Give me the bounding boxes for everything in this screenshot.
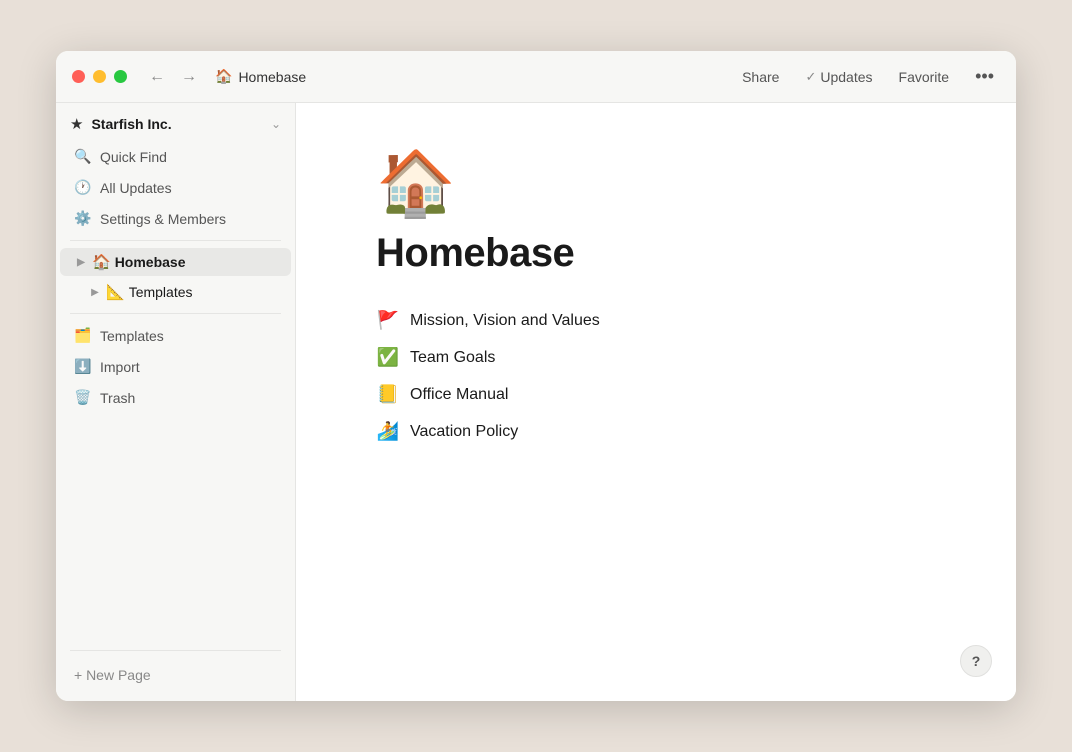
sidebar: ★ Starfish Inc. ⌄ 🔍 Quick Find 🕐 All Upd…: [56, 103, 296, 701]
app-window: ← → 🏠 Homebase Share ✓ Updates Favorite …: [56, 51, 1016, 701]
list-item-label-vacation-policy: Vacation Policy: [410, 423, 518, 441]
help-button[interactable]: ?: [960, 645, 992, 677]
traffic-lights: [72, 70, 127, 83]
sidebar-label-templates: Templates: [100, 328, 277, 344]
list-item-label-mission: Mission, Vision and Values: [410, 312, 600, 330]
clock-icon: 🕐: [74, 179, 92, 196]
nav-buttons: ← →: [143, 64, 203, 90]
titlebar-page-emoji: 🏠: [215, 68, 232, 85]
back-button[interactable]: ←: [143, 64, 171, 90]
trash-icon: 🗑️: [74, 389, 92, 406]
list-item-team-goals[interactable]: ✅ Team Goals: [376, 341, 936, 374]
sidebar-label-quick-find: Quick Find: [100, 149, 277, 165]
notebook-icon: 📒: [376, 384, 400, 405]
page-icon-title: 🏠 Homebase: [215, 68, 306, 85]
templates-triangle-icon: 📐: [106, 283, 125, 301]
updates-check-icon: ✓: [805, 69, 816, 85]
sidebar-item-all-updates[interactable]: 🕐 All Updates: [60, 173, 291, 202]
minimize-button[interactable]: [93, 70, 106, 83]
new-page-button[interactable]: + New Page: [60, 659, 291, 691]
sidebar-item-quick-find[interactable]: 🔍 Quick Find: [60, 142, 291, 171]
content-page-emoji: 🏠: [376, 151, 936, 215]
tree-arrow-templates: ▶: [88, 287, 102, 298]
list-item-label-team-goals: Team Goals: [410, 349, 495, 367]
help-label: ?: [972, 653, 981, 669]
close-button[interactable]: [72, 70, 85, 83]
sidebar-item-settings[interactable]: ⚙️ Settings & Members: [60, 204, 291, 233]
forward-button[interactable]: →: [175, 64, 203, 90]
workspace-star-icon: ★: [70, 115, 83, 133]
import-icon: ⬇️: [74, 358, 92, 375]
titlebar-page-title: Homebase: [238, 69, 306, 85]
content-area: 🏠 Homebase 🚩 Mission, Vision and Values …: [296, 103, 1016, 701]
updates-label: Updates: [820, 69, 872, 85]
sidebar-label-settings: Settings & Members: [100, 211, 277, 227]
page-list: 🚩 Mission, Vision and Values ✅ Team Goal…: [376, 304, 936, 448]
titlebar-actions: Share ✓ Updates Favorite •••: [736, 62, 1000, 91]
page-title: Homebase: [376, 231, 936, 276]
workspace-name: Starfish Inc.: [91, 116, 262, 132]
flag-icon: 🚩: [376, 310, 400, 331]
breadcrumb: 🏠 Homebase: [215, 68, 736, 85]
tree-arrow-homebase: ▶: [74, 257, 88, 268]
sidebar-divider-2: [70, 313, 281, 314]
titlebar: ← → 🏠 Homebase Share ✓ Updates Favorite …: [56, 51, 1016, 103]
share-button[interactable]: Share: [736, 65, 785, 89]
checkbox-icon: ✅: [376, 347, 400, 368]
list-item-office-manual[interactable]: 📒 Office Manual: [376, 378, 936, 411]
updates-button[interactable]: ✓ Updates: [799, 65, 878, 89]
maximize-button[interactable]: [114, 70, 127, 83]
search-icon: 🔍: [74, 148, 92, 165]
sidebar-item-templates[interactable]: 🗂️ Templates: [60, 321, 291, 350]
gear-icon: ⚙️: [74, 210, 92, 227]
sidebar-item-templates-sub[interactable]: ▶ 📐 Templates: [60, 278, 291, 306]
main-body: ★ Starfish Inc. ⌄ 🔍 Quick Find 🕐 All Upd…: [56, 103, 1016, 701]
sidebar-divider-bottom: [70, 650, 281, 651]
sidebar-label-homebase: Homebase: [115, 254, 186, 270]
sidebar-label-all-updates: All Updates: [100, 180, 277, 196]
sidebar-label-import: Import: [100, 359, 277, 375]
sidebar-label-trash: Trash: [100, 390, 277, 406]
list-item-mission[interactable]: 🚩 Mission, Vision and Values: [376, 304, 936, 337]
new-page-label: + New Page: [74, 667, 151, 683]
surfer-icon: 🏄: [376, 421, 400, 442]
sidebar-divider-1: [70, 240, 281, 241]
more-button[interactable]: •••: [969, 62, 1000, 91]
list-item-label-office-manual: Office Manual: [410, 386, 508, 404]
sidebar-item-homebase[interactable]: ▶ 🏠 Homebase: [60, 248, 291, 276]
sidebar-item-trash[interactable]: 🗑️ Trash: [60, 383, 291, 412]
sidebar-label-templates-sub: Templates: [129, 284, 193, 300]
sidebar-item-import[interactable]: ⬇️ Import: [60, 352, 291, 381]
templates-icon: 🗂️: [74, 327, 92, 344]
workspace-chevron-icon: ⌄: [271, 117, 281, 131]
workspace-header[interactable]: ★ Starfish Inc. ⌄: [56, 103, 295, 141]
favorite-button[interactable]: Favorite: [893, 65, 956, 89]
list-item-vacation-policy[interactable]: 🏄 Vacation Policy: [376, 415, 936, 448]
homebase-icon: 🏠: [92, 253, 111, 271]
